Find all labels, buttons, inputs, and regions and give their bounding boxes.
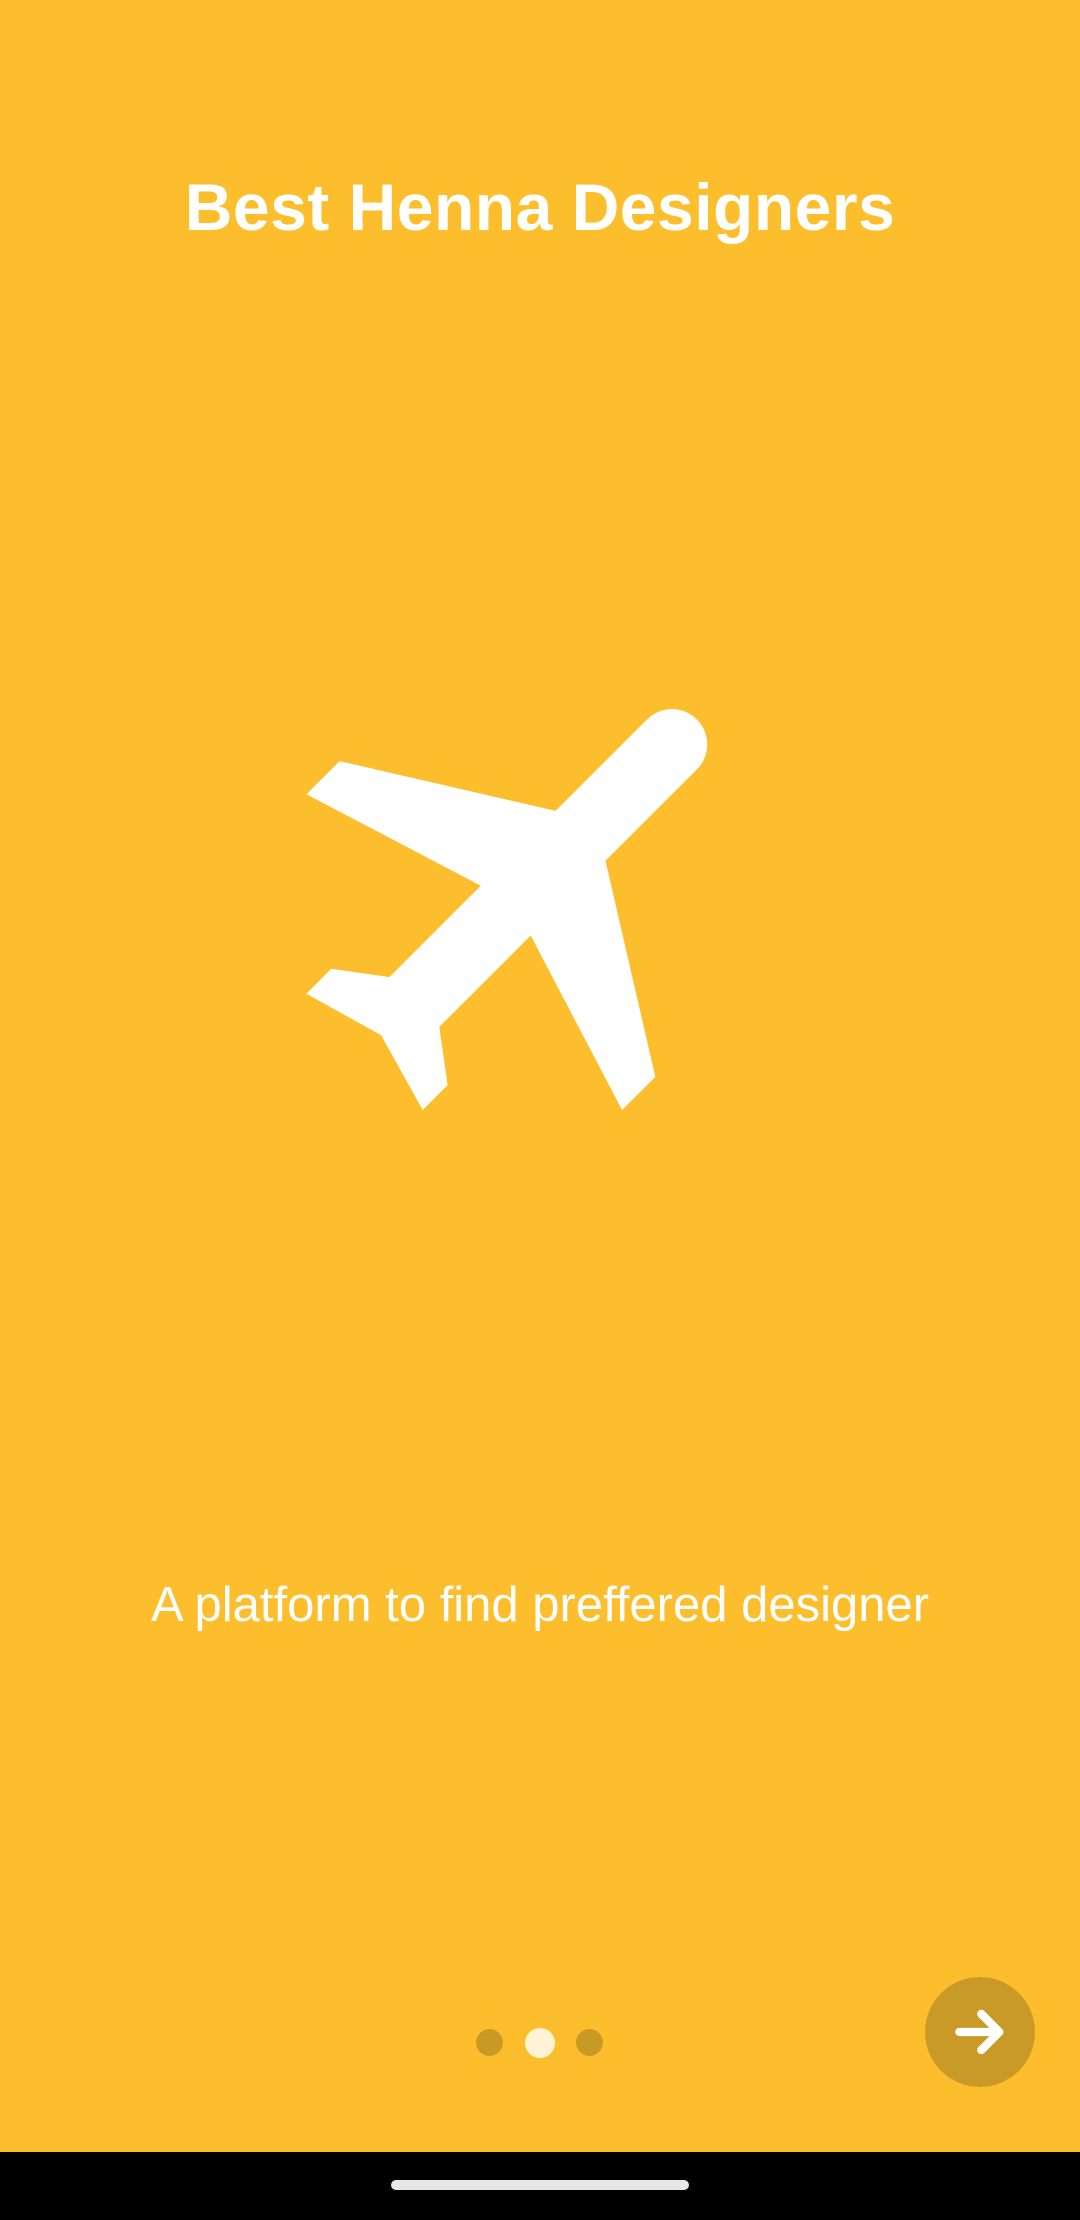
page-title: Best Henna Designers	[184, 170, 896, 244]
onboarding-description: A platform to find preffered designer	[150, 1578, 930, 1632]
page-dot-3[interactable]	[576, 2029, 603, 2056]
home-handle[interactable]	[391, 2180, 689, 2190]
page-dot-2-active[interactable]	[525, 2028, 555, 2058]
onboarding-screen: Best Henna Designers A platform to find …	[0, 0, 1080, 2152]
page-indicator	[470, 2028, 610, 2058]
airplane-icon	[257, 612, 821, 1176]
arrow-right-icon	[955, 2009, 1004, 2055]
next-button[interactable]	[925, 1977, 1035, 2087]
page-dot-1[interactable]	[476, 2029, 503, 2056]
